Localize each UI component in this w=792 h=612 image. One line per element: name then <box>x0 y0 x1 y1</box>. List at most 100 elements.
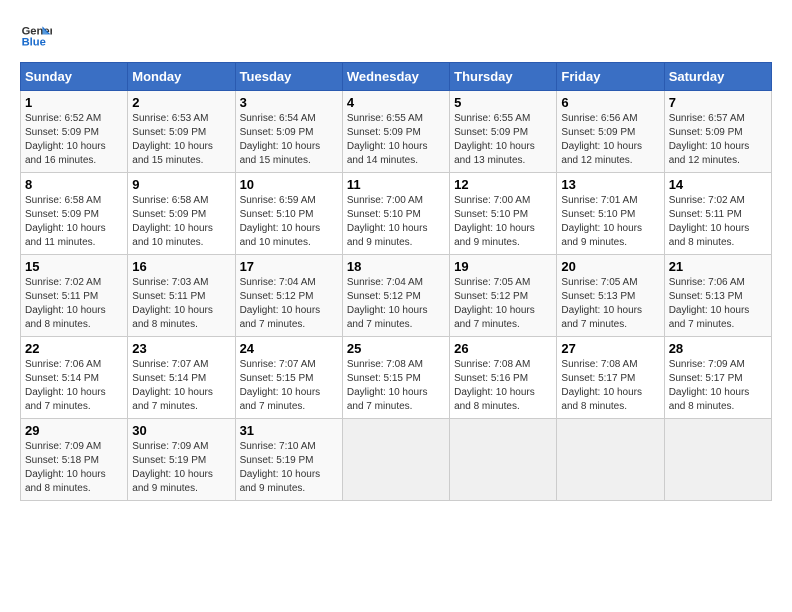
day-number: 1 <box>25 95 123 110</box>
calendar-week-2: 8 Sunrise: 6:58 AM Sunset: 5:09 PM Daylig… <box>21 173 772 255</box>
day-number: 26 <box>454 341 552 356</box>
day-number: 30 <box>132 423 230 438</box>
calendar-week-4: 22 Sunrise: 7:06 AM Sunset: 5:14 PM Dayli… <box>21 337 772 419</box>
day-number: 20 <box>561 259 659 274</box>
calendar-cell: 25Sunrise: 7:08 AM Sunset: 5:15 PM Dayli… <box>342 337 449 419</box>
day-info: Sunrise: 6:57 AM Sunset: 5:09 PM Dayligh… <box>669 112 767 168</box>
day-info: Sunrise: 7:04 AM Sunset: 5:12 PM Dayligh… <box>240 276 338 332</box>
day-info: Sunrise: 7:05 AM Sunset: 5:13 PM Dayligh… <box>561 276 659 332</box>
calendar-cell: 12 Sunrise: 7:00 AM Sunset: 5:10 PM Dayli… <box>450 173 557 255</box>
day-info: Sunrise: 7:04 AM Sunset: 5:12 PM Dayligh… <box>347 276 445 332</box>
page-header: General Blue <box>20 20 772 52</box>
day-info: Sunrise: 6:59 AM Sunset: 5:10 PM Dayligh… <box>240 194 338 250</box>
day-number: 14 <box>669 177 767 192</box>
day-number: 18 <box>347 259 445 274</box>
day-info: Sunrise: 7:07 AM Sunset: 5:15 PM Dayligh… <box>240 358 338 414</box>
header-sunday: Sunday <box>21 63 128 91</box>
day-number: 24 <box>240 341 338 356</box>
day-number: 27 <box>561 341 659 356</box>
calendar-cell: 21 Sunrise: 7:06 AM Sunset: 5:13 PM Dayli… <box>664 255 771 337</box>
day-info: Sunrise: 7:09 AM Sunset: 5:19 PM Dayligh… <box>132 440 230 496</box>
logo: General Blue <box>20 20 56 52</box>
calendar-week-1: 1 Sunrise: 6:52 AM Sunset: 5:09 PM Daylig… <box>21 91 772 173</box>
calendar-cell: 9Sunrise: 6:58 AM Sunset: 5:09 PM Daylig… <box>128 173 235 255</box>
header-thursday: Thursday <box>450 63 557 91</box>
day-info: Sunrise: 7:07 AM Sunset: 5:14 PM Dayligh… <box>132 358 230 414</box>
calendar-cell <box>664 419 771 501</box>
day-info: Sunrise: 7:09 AM Sunset: 5:18 PM Dayligh… <box>25 440 123 496</box>
calendar-cell: 27 Sunrise: 7:08 AM Sunset: 5:17 PM Dayli… <box>557 337 664 419</box>
day-info: Sunrise: 6:53 AM Sunset: 5:09 PM Dayligh… <box>132 112 230 168</box>
day-info: Sunrise: 7:00 AM Sunset: 5:10 PM Dayligh… <box>347 194 445 250</box>
calendar-header-row: SundayMondayTuesdayWednesdayThursdayFrid… <box>21 63 772 91</box>
day-info: Sunrise: 7:08 AM Sunset: 5:17 PM Dayligh… <box>561 358 659 414</box>
day-info: Sunrise: 7:10 AM Sunset: 5:19 PM Dayligh… <box>240 440 338 496</box>
day-info: Sunrise: 6:58 AM Sunset: 5:09 PM Dayligh… <box>25 194 123 250</box>
calendar-cell: 23Sunrise: 7:07 AM Sunset: 5:14 PM Dayli… <box>128 337 235 419</box>
day-number: 9 <box>132 177 230 192</box>
calendar-cell: 26 Sunrise: 7:08 AM Sunset: 5:16 PM Dayli… <box>450 337 557 419</box>
day-number: 5 <box>454 95 552 110</box>
day-number: 29 <box>25 423 123 438</box>
day-number: 2 <box>132 95 230 110</box>
day-number: 16 <box>132 259 230 274</box>
header-friday: Friday <box>557 63 664 91</box>
header-wednesday: Wednesday <box>342 63 449 91</box>
calendar-cell <box>342 419 449 501</box>
day-number: 21 <box>669 259 767 274</box>
calendar-cell: 1 Sunrise: 6:52 AM Sunset: 5:09 PM Daylig… <box>21 91 128 173</box>
day-info: Sunrise: 7:03 AM Sunset: 5:11 PM Dayligh… <box>132 276 230 332</box>
calendar-cell: 15 Sunrise: 7:02 AM Sunset: 5:11 PM Dayli… <box>21 255 128 337</box>
day-info: Sunrise: 6:52 AM Sunset: 5:09 PM Dayligh… <box>25 112 123 168</box>
day-number: 19 <box>454 259 552 274</box>
calendar-cell: 17 Sunrise: 7:04 AM Sunset: 5:12 PM Dayli… <box>235 255 342 337</box>
calendar-table: SundayMondayTuesdayWednesdayThursdayFrid… <box>20 62 772 501</box>
calendar-cell: 2 Sunrise: 6:53 AM Sunset: 5:09 PM Daylig… <box>128 91 235 173</box>
day-number: 15 <box>25 259 123 274</box>
day-number: 10 <box>240 177 338 192</box>
day-number: 22 <box>25 341 123 356</box>
calendar-cell: 20 Sunrise: 7:05 AM Sunset: 5:13 PM Dayli… <box>557 255 664 337</box>
day-number: 28 <box>669 341 767 356</box>
day-info: Sunrise: 7:06 AM Sunset: 5:14 PM Dayligh… <box>25 358 123 414</box>
day-info: Sunrise: 6:54 AM Sunset: 5:09 PM Dayligh… <box>240 112 338 168</box>
calendar-cell: 8 Sunrise: 6:58 AM Sunset: 5:09 PM Daylig… <box>21 173 128 255</box>
day-number: 31 <box>240 423 338 438</box>
calendar-cell: 19 Sunrise: 7:05 AM Sunset: 5:12 PM Dayli… <box>450 255 557 337</box>
calendar-cell: 7Sunrise: 6:57 AM Sunset: 5:09 PM Daylig… <box>664 91 771 173</box>
calendar-cell: 30 Sunrise: 7:09 AM Sunset: 5:19 PM Dayli… <box>128 419 235 501</box>
day-number: 17 <box>240 259 338 274</box>
day-info: Sunrise: 7:05 AM Sunset: 5:12 PM Dayligh… <box>454 276 552 332</box>
calendar-cell: 11 Sunrise: 7:00 AM Sunset: 5:10 PM Dayli… <box>342 173 449 255</box>
day-number: 13 <box>561 177 659 192</box>
day-number: 11 <box>347 177 445 192</box>
calendar-cell: 29 Sunrise: 7:09 AM Sunset: 5:18 PM Dayli… <box>21 419 128 501</box>
day-info: Sunrise: 7:00 AM Sunset: 5:10 PM Dayligh… <box>454 194 552 250</box>
day-info: Sunrise: 7:06 AM Sunset: 5:13 PM Dayligh… <box>669 276 767 332</box>
day-info: Sunrise: 7:01 AM Sunset: 5:10 PM Dayligh… <box>561 194 659 250</box>
calendar-cell: 18 Sunrise: 7:04 AM Sunset: 5:12 PM Dayli… <box>342 255 449 337</box>
day-info: Sunrise: 6:55 AM Sunset: 5:09 PM Dayligh… <box>347 112 445 168</box>
header-saturday: Saturday <box>664 63 771 91</box>
day-number: 6 <box>561 95 659 110</box>
calendar-cell: 16 Sunrise: 7:03 AM Sunset: 5:11 PM Dayli… <box>128 255 235 337</box>
day-info: Sunrise: 6:55 AM Sunset: 5:09 PM Dayligh… <box>454 112 552 168</box>
calendar-week-3: 15 Sunrise: 7:02 AM Sunset: 5:11 PM Dayli… <box>21 255 772 337</box>
calendar-cell: 13 Sunrise: 7:01 AM Sunset: 5:10 PM Dayli… <box>557 173 664 255</box>
calendar-cell: 10 Sunrise: 6:59 AM Sunset: 5:10 PM Dayli… <box>235 173 342 255</box>
day-info: Sunrise: 7:02 AM Sunset: 5:11 PM Dayligh… <box>669 194 767 250</box>
day-number: 4 <box>347 95 445 110</box>
day-number: 3 <box>240 95 338 110</box>
day-number: 12 <box>454 177 552 192</box>
calendar-cell: 4 Sunrise: 6:55 AM Sunset: 5:09 PM Daylig… <box>342 91 449 173</box>
logo-icon: General Blue <box>20 20 52 52</box>
svg-text:Blue: Blue <box>22 37 46 49</box>
day-info: Sunrise: 7:02 AM Sunset: 5:11 PM Dayligh… <box>25 276 123 332</box>
calendar-cell: 24 Sunrise: 7:07 AM Sunset: 5:15 PM Dayli… <box>235 337 342 419</box>
day-number: 8 <box>25 177 123 192</box>
calendar-cell <box>557 419 664 501</box>
calendar-cell: 31 Sunrise: 7:10 AM Sunset: 5:19 PM Dayli… <box>235 419 342 501</box>
calendar-cell: 3 Sunrise: 6:54 AM Sunset: 5:09 PM Daylig… <box>235 91 342 173</box>
day-info: Sunrise: 7:08 AM Sunset: 5:15 PM Dayligh… <box>347 358 445 414</box>
day-info: Sunrise: 7:08 AM Sunset: 5:16 PM Dayligh… <box>454 358 552 414</box>
